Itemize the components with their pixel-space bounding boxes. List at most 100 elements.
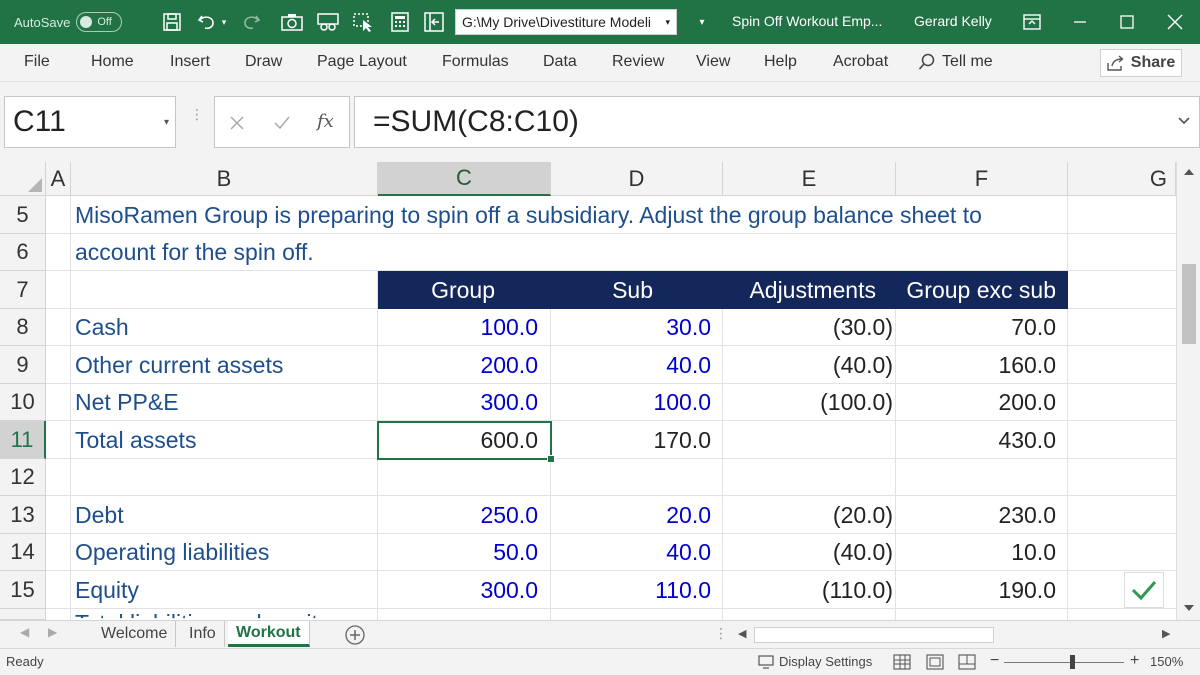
check-icon[interactable]: [1124, 572, 1164, 608]
sheet-tab-welcome[interactable]: Welcome: [93, 621, 177, 647]
cell-group-ppe[interactable]: 300.0: [378, 384, 538, 421]
cell-adj-debt[interactable]: (20.0): [723, 496, 893, 534]
cell-sub-debt[interactable]: 20.0: [551, 496, 711, 534]
active-cell-selection[interactable]: [377, 421, 555, 463]
scroll-right-icon[interactable]: ▶: [1162, 627, 1170, 640]
user-name[interactable]: Gerard Kelly: [914, 13, 992, 29]
redo-icon[interactable]: [238, 10, 262, 34]
cell-group-equity[interactable]: 300.0: [378, 571, 538, 609]
tab-formulas[interactable]: Formulas: [442, 53, 509, 71]
row-header-11[interactable]: 11: [0, 421, 46, 459]
zoom-out-icon[interactable]: −: [990, 652, 999, 670]
scroll-up-icon[interactable]: [1183, 168, 1195, 176]
tab-data[interactable]: Data: [543, 53, 577, 71]
column-header-d[interactable]: D: [551, 162, 723, 196]
vertical-scrollbar[interactable]: [1176, 162, 1200, 620]
calculator-icon[interactable]: [388, 10, 412, 34]
save-icon[interactable]: [160, 10, 184, 34]
row-label-debt[interactable]: Debt: [75, 496, 124, 534]
row-header-9[interactable]: 9: [0, 346, 46, 384]
zoom-in-icon[interactable]: +: [1130, 652, 1139, 670]
share-button[interactable]: Share: [1100, 49, 1182, 77]
name-box-dropdown-icon[interactable]: ▾: [164, 117, 169, 128]
horizontal-scrollbar[interactable]: ◀ ▶: [736, 625, 1176, 645]
row-label-cash[interactable]: Cash: [75, 309, 129, 346]
cell-group-op-liab[interactable]: 50.0: [378, 534, 538, 571]
cell-group-debt[interactable]: 250.0: [378, 496, 538, 534]
column-header-e[interactable]: E: [723, 162, 896, 196]
row-label-net-ppe[interactable]: Net PP&E: [75, 384, 179, 421]
cancel-icon[interactable]: [229, 115, 245, 131]
normal-view-icon[interactable]: [893, 654, 911, 670]
cell-sub-total-assets[interactable]: 170.0: [551, 421, 711, 459]
sheet-tab-workout[interactable]: Workout: [228, 621, 310, 647]
column-header-c[interactable]: C: [378, 162, 551, 196]
cell-adj-oca[interactable]: (40.0): [723, 346, 893, 384]
back-icon[interactable]: [422, 10, 446, 34]
cell-sub-oca[interactable]: 40.0: [551, 346, 711, 384]
row-label-total-liabilities-partial[interactable]: Total liabilities and equity: [75, 610, 329, 618]
cell-adj-equity[interactable]: (110.0): [723, 571, 893, 609]
worksheet-grid[interactable]: A B C D E F G 5 6 7 8 9 10 11 12 13 14 1…: [0, 162, 1200, 620]
row-label-operating-liabilities[interactable]: Operating liabilities: [75, 534, 269, 571]
cell-group-cash[interactable]: 100.0: [378, 309, 538, 346]
tab-help[interactable]: Help: [764, 53, 797, 71]
row-header-6[interactable]: 6: [0, 234, 46, 271]
cell-exc-oca[interactable]: 160.0: [896, 346, 1056, 384]
name-box[interactable]: C11 ▾: [4, 96, 176, 148]
row-label-other-current-assets[interactable]: Other current assets: [75, 346, 283, 384]
page-layout-view-icon[interactable]: [926, 654, 944, 670]
minimize-icon[interactable]: [1057, 0, 1103, 44]
row-label-total-assets[interactable]: Total assets: [75, 421, 196, 459]
add-sheet-icon[interactable]: [344, 624, 366, 646]
zoom-level[interactable]: 150%: [1150, 654, 1183, 669]
cell-adj-op-liab[interactable]: (40.0): [723, 534, 893, 571]
vertical-scroll-thumb[interactable]: [1182, 264, 1196, 344]
cell-sub-ppe[interactable]: 100.0: [551, 384, 711, 421]
tab-draw[interactable]: Draw: [245, 53, 282, 71]
row-header-13[interactable]: 13: [0, 496, 46, 534]
scroll-down-icon[interactable]: [1183, 604, 1195, 612]
zoom-slider-thumb[interactable]: [1070, 655, 1075, 669]
ribbon-display-icon[interactable]: [1020, 10, 1044, 34]
tab-splitter-icon[interactable]: ⋮: [714, 625, 728, 642]
autosave-control[interactable]: AutoSave Off: [14, 10, 123, 34]
column-header-f[interactable]: F: [896, 162, 1068, 196]
maximize-icon[interactable]: [1104, 0, 1150, 44]
expand-formula-bar-icon[interactable]: [1177, 113, 1191, 127]
row-label-equity[interactable]: Equity: [75, 571, 139, 609]
sheet-tab-info[interactable]: Info: [181, 621, 225, 647]
select-object-icon[interactable]: [352, 10, 376, 34]
row-header-14[interactable]: 14: [0, 534, 46, 571]
cell-exc-cash[interactable]: 70.0: [896, 309, 1056, 346]
page-break-view-icon[interactable]: [958, 654, 976, 670]
file-path-box[interactable]: G:\My Drive\Divestiture Modeli ▾: [455, 9, 677, 35]
row-header-12[interactable]: 12: [0, 459, 46, 496]
cell-exc-equity[interactable]: 190.0: [896, 571, 1056, 609]
row-header-10[interactable]: 10: [0, 384, 46, 421]
row-header-5[interactable]: 5: [0, 196, 46, 234]
row-header-7[interactable]: 7: [0, 271, 46, 309]
file-path-dropdown-icon[interactable]: ▾: [665, 17, 670, 28]
grip-icon[interactable]: ⋮: [190, 107, 204, 134]
cell-sub-op-liab[interactable]: 40.0: [551, 534, 711, 571]
cell-adj-total-assets[interactable]: [723, 421, 893, 459]
display-settings-button[interactable]: Display Settings: [758, 654, 872, 669]
tab-home[interactable]: Home: [91, 53, 134, 71]
cell-exc-total-assets[interactable]: 430.0: [896, 421, 1056, 459]
cell-adj-ppe[interactable]: (100.0): [723, 384, 893, 421]
tell-me-search[interactable]: Tell me: [918, 53, 993, 71]
tab-acrobat[interactable]: Acrobat: [833, 53, 888, 71]
enter-icon[interactable]: [273, 115, 291, 131]
row-header-16[interactable]: [0, 609, 46, 620]
column-header-g[interactable]: G: [1068, 162, 1176, 196]
autosave-toggle[interactable]: Off: [76, 12, 123, 32]
camera-icon[interactable]: [280, 10, 304, 34]
cell-exc-debt[interactable]: 230.0: [896, 496, 1056, 534]
prev-sheet-icon[interactable]: ◀: [20, 625, 29, 639]
undo-dropdown-icon[interactable]: ▾: [218, 10, 230, 34]
row-header-8[interactable]: 8: [0, 309, 46, 346]
tab-view[interactable]: View: [696, 53, 730, 71]
cell-sub-equity[interactable]: 110.0: [551, 571, 711, 609]
cell-adj-cash[interactable]: (30.0): [723, 309, 893, 346]
